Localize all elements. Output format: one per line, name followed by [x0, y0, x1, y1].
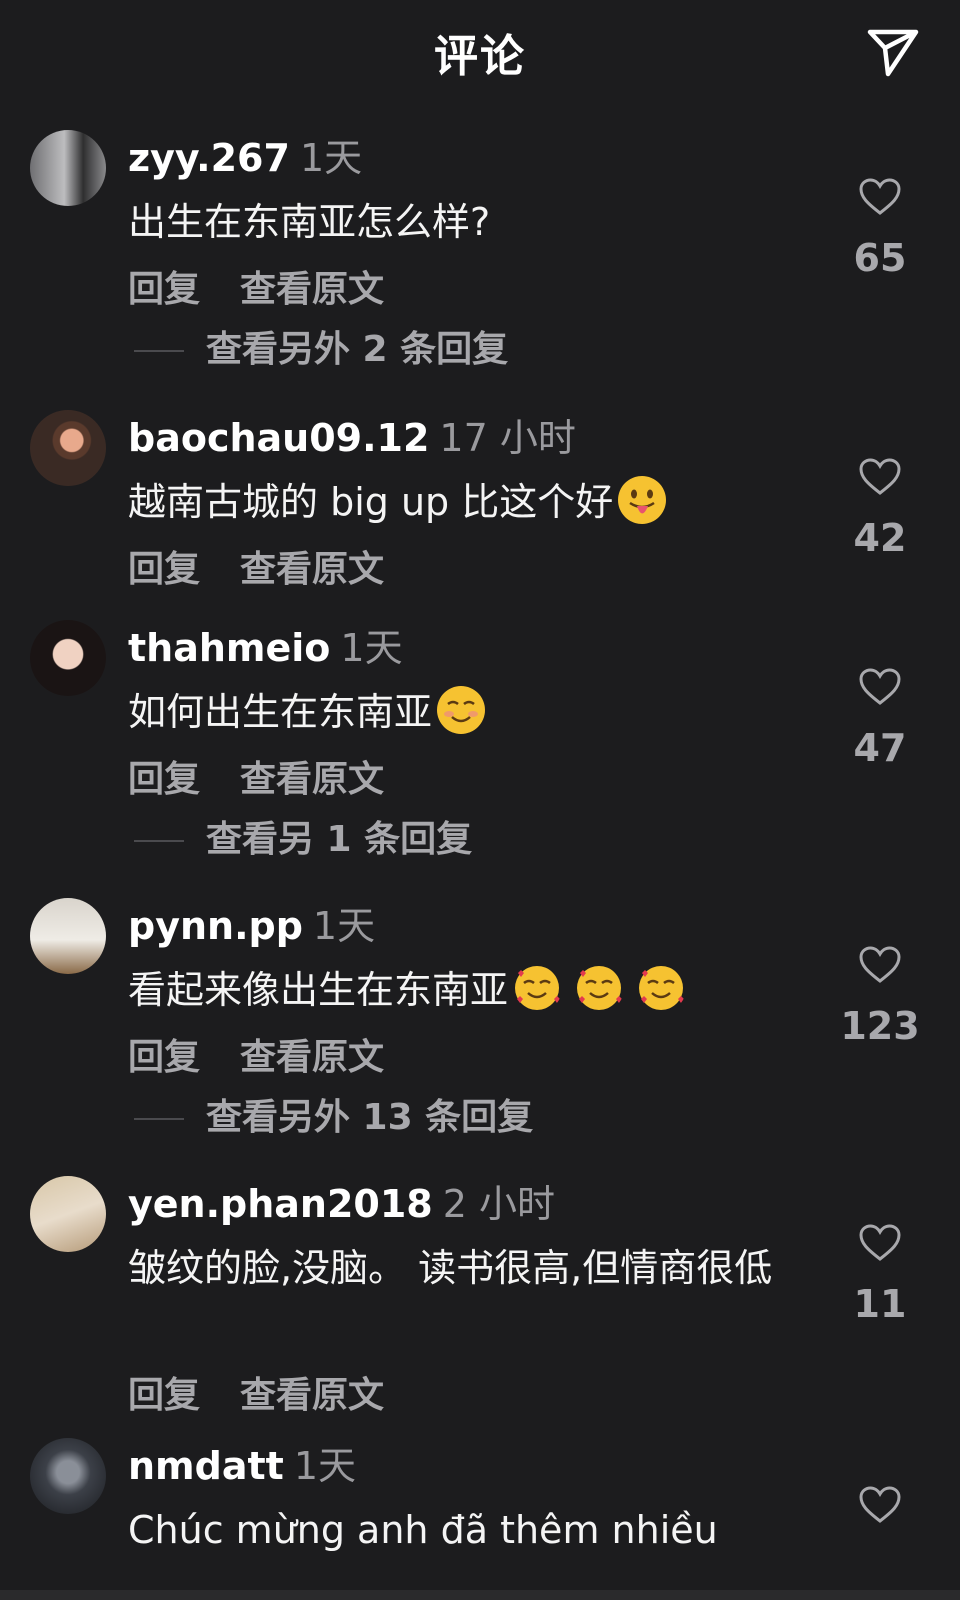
username[interactable]: nmdatt — [128, 1444, 284, 1488]
heart-icon[interactable] — [859, 1486, 901, 1524]
comment-time: 17 小时 — [439, 416, 576, 460]
like-button[interactable]: 42 — [830, 458, 930, 560]
reply-button[interactable]: 回复 — [128, 269, 200, 310]
see-translation-button[interactable]: 查看原文 — [240, 1037, 384, 1078]
like-button[interactable]: 47 — [830, 668, 930, 770]
comment-meta: thahmeio 1天 — [128, 624, 403, 672]
comment-actions: 回复 查看原文 — [128, 546, 384, 594]
smiling-face-with-hearts-emoji — [515, 966, 561, 1010]
view-more-replies-button[interactable]: 查看另外 13 条回复 — [134, 1094, 533, 1142]
comments-header: 评论 — [0, 0, 960, 104]
avatar[interactable] — [30, 898, 106, 974]
like-button[interactable]: 123 — [830, 946, 930, 1048]
username[interactable]: pynn.pp — [128, 904, 303, 948]
heart-icon[interactable] — [859, 458, 901, 496]
smiling-face-with-hearts-emoji — [577, 966, 623, 1010]
heart-icon[interactable] — [859, 946, 901, 984]
avatar[interactable] — [30, 620, 106, 696]
view-more-replies-button[interactable]: 查看另外 2 条回复 — [134, 326, 508, 374]
avatar[interactable] — [30, 1176, 106, 1252]
see-translation-button[interactable]: 查看原文 — [240, 1375, 384, 1416]
view-more-replies-button[interactable]: 查看另 1 条回复 — [134, 816, 472, 864]
like-count: 65 — [853, 236, 907, 280]
see-translation-button[interactable]: 查看原文 — [240, 759, 384, 800]
comment-text: 越南古城的 big up 比这个好 — [128, 472, 828, 532]
comment-text: 皱纹的脸,没脑。 读书很高,但情商很低 — [128, 1246, 773, 1290]
see-translation-button[interactable]: 查看原文 — [240, 269, 384, 310]
like-button[interactable] — [830, 1486, 930, 1524]
replies-divider — [134, 840, 184, 842]
heart-icon[interactable] — [859, 668, 901, 706]
comment-text: 如何出生在东南亚 — [128, 682, 828, 742]
like-count: 123 — [840, 1004, 920, 1048]
page-title: 评论 — [434, 31, 526, 82]
smiling-face-with-hearts-emoji — [639, 966, 685, 1010]
emoji-bar-edge — [0, 1590, 960, 1600]
comment-meta: pynn.pp 1天 — [128, 902, 375, 950]
username[interactable]: yen.phan2018 — [128, 1182, 433, 1226]
comment-meta: yen.phan2018 2 小时 — [128, 1180, 555, 1228]
comment-meta: nmdatt 1天 — [128, 1442, 356, 1490]
comment-text: Chúc mừng anh đã thêm nhiều — [128, 1508, 718, 1552]
username[interactable]: baochau09.12 — [128, 416, 429, 460]
view-more-replies-label: 查看另外 2 条回复 — [206, 329, 509, 370]
like-button[interactable]: 11 — [830, 1224, 930, 1326]
comment-text-content: 看起来像出生在东南亚 — [128, 968, 509, 1012]
comment-text: 出生在东南亚怎么样? — [128, 200, 491, 244]
comment-actions: 回复 查看原文 — [128, 266, 384, 314]
reply-button[interactable]: 回复 — [128, 759, 200, 800]
send-icon[interactable] — [864, 24, 922, 82]
comment-meta: baochau09.12 17 小时 — [128, 414, 576, 462]
reply-button[interactable]: 回复 — [128, 549, 200, 590]
like-count: 11 — [853, 1282, 907, 1326]
replies-divider — [134, 350, 184, 352]
comment-actions: 回复 查看原文 — [128, 756, 384, 804]
username[interactable]: thahmeio — [128, 626, 330, 670]
replies-divider — [134, 1118, 184, 1120]
heart-icon[interactable] — [859, 178, 901, 216]
avatar[interactable] — [30, 410, 106, 486]
comment-actions: 回复 查看原文 — [128, 1372, 384, 1420]
smiling-face-emoji — [437, 686, 486, 734]
comment-time: 2 小时 — [442, 1182, 556, 1226]
avatar[interactable] — [30, 1438, 106, 1514]
like-button[interactable]: 65 — [830, 178, 930, 280]
comment-text-content: 越南古城的 big up 比这个好 — [128, 480, 614, 524]
reply-button[interactable]: 回复 — [128, 1037, 200, 1078]
comment-meta: zyy.267 1天 — [128, 134, 362, 182]
like-count: 47 — [853, 726, 907, 770]
comment-time: 1天 — [340, 626, 403, 670]
comment-time: 1天 — [293, 1444, 357, 1488]
avatar[interactable] — [30, 130, 106, 206]
comment-text: 看起来像出生在东南亚 — [128, 960, 828, 1020]
view-more-replies-label: 查看另 1 条回复 — [206, 819, 473, 860]
like-count: 42 — [853, 516, 907, 560]
reply-button[interactable]: 回复 — [128, 1375, 200, 1416]
comment-text-content: 如何出生在东南亚 — [128, 690, 433, 734]
heart-icon[interactable] — [859, 1224, 901, 1262]
comment-time: 1天 — [312, 904, 376, 948]
view-more-replies-label: 查看另外 13 条回复 — [206, 1097, 534, 1138]
see-translation-button[interactable]: 查看原文 — [240, 549, 384, 590]
username[interactable]: zyy.267 — [128, 136, 290, 180]
face-with-tongue-emoji — [618, 476, 667, 524]
comment-time: 1天 — [299, 136, 363, 180]
comment-actions: 回复 查看原文 — [128, 1034, 384, 1082]
